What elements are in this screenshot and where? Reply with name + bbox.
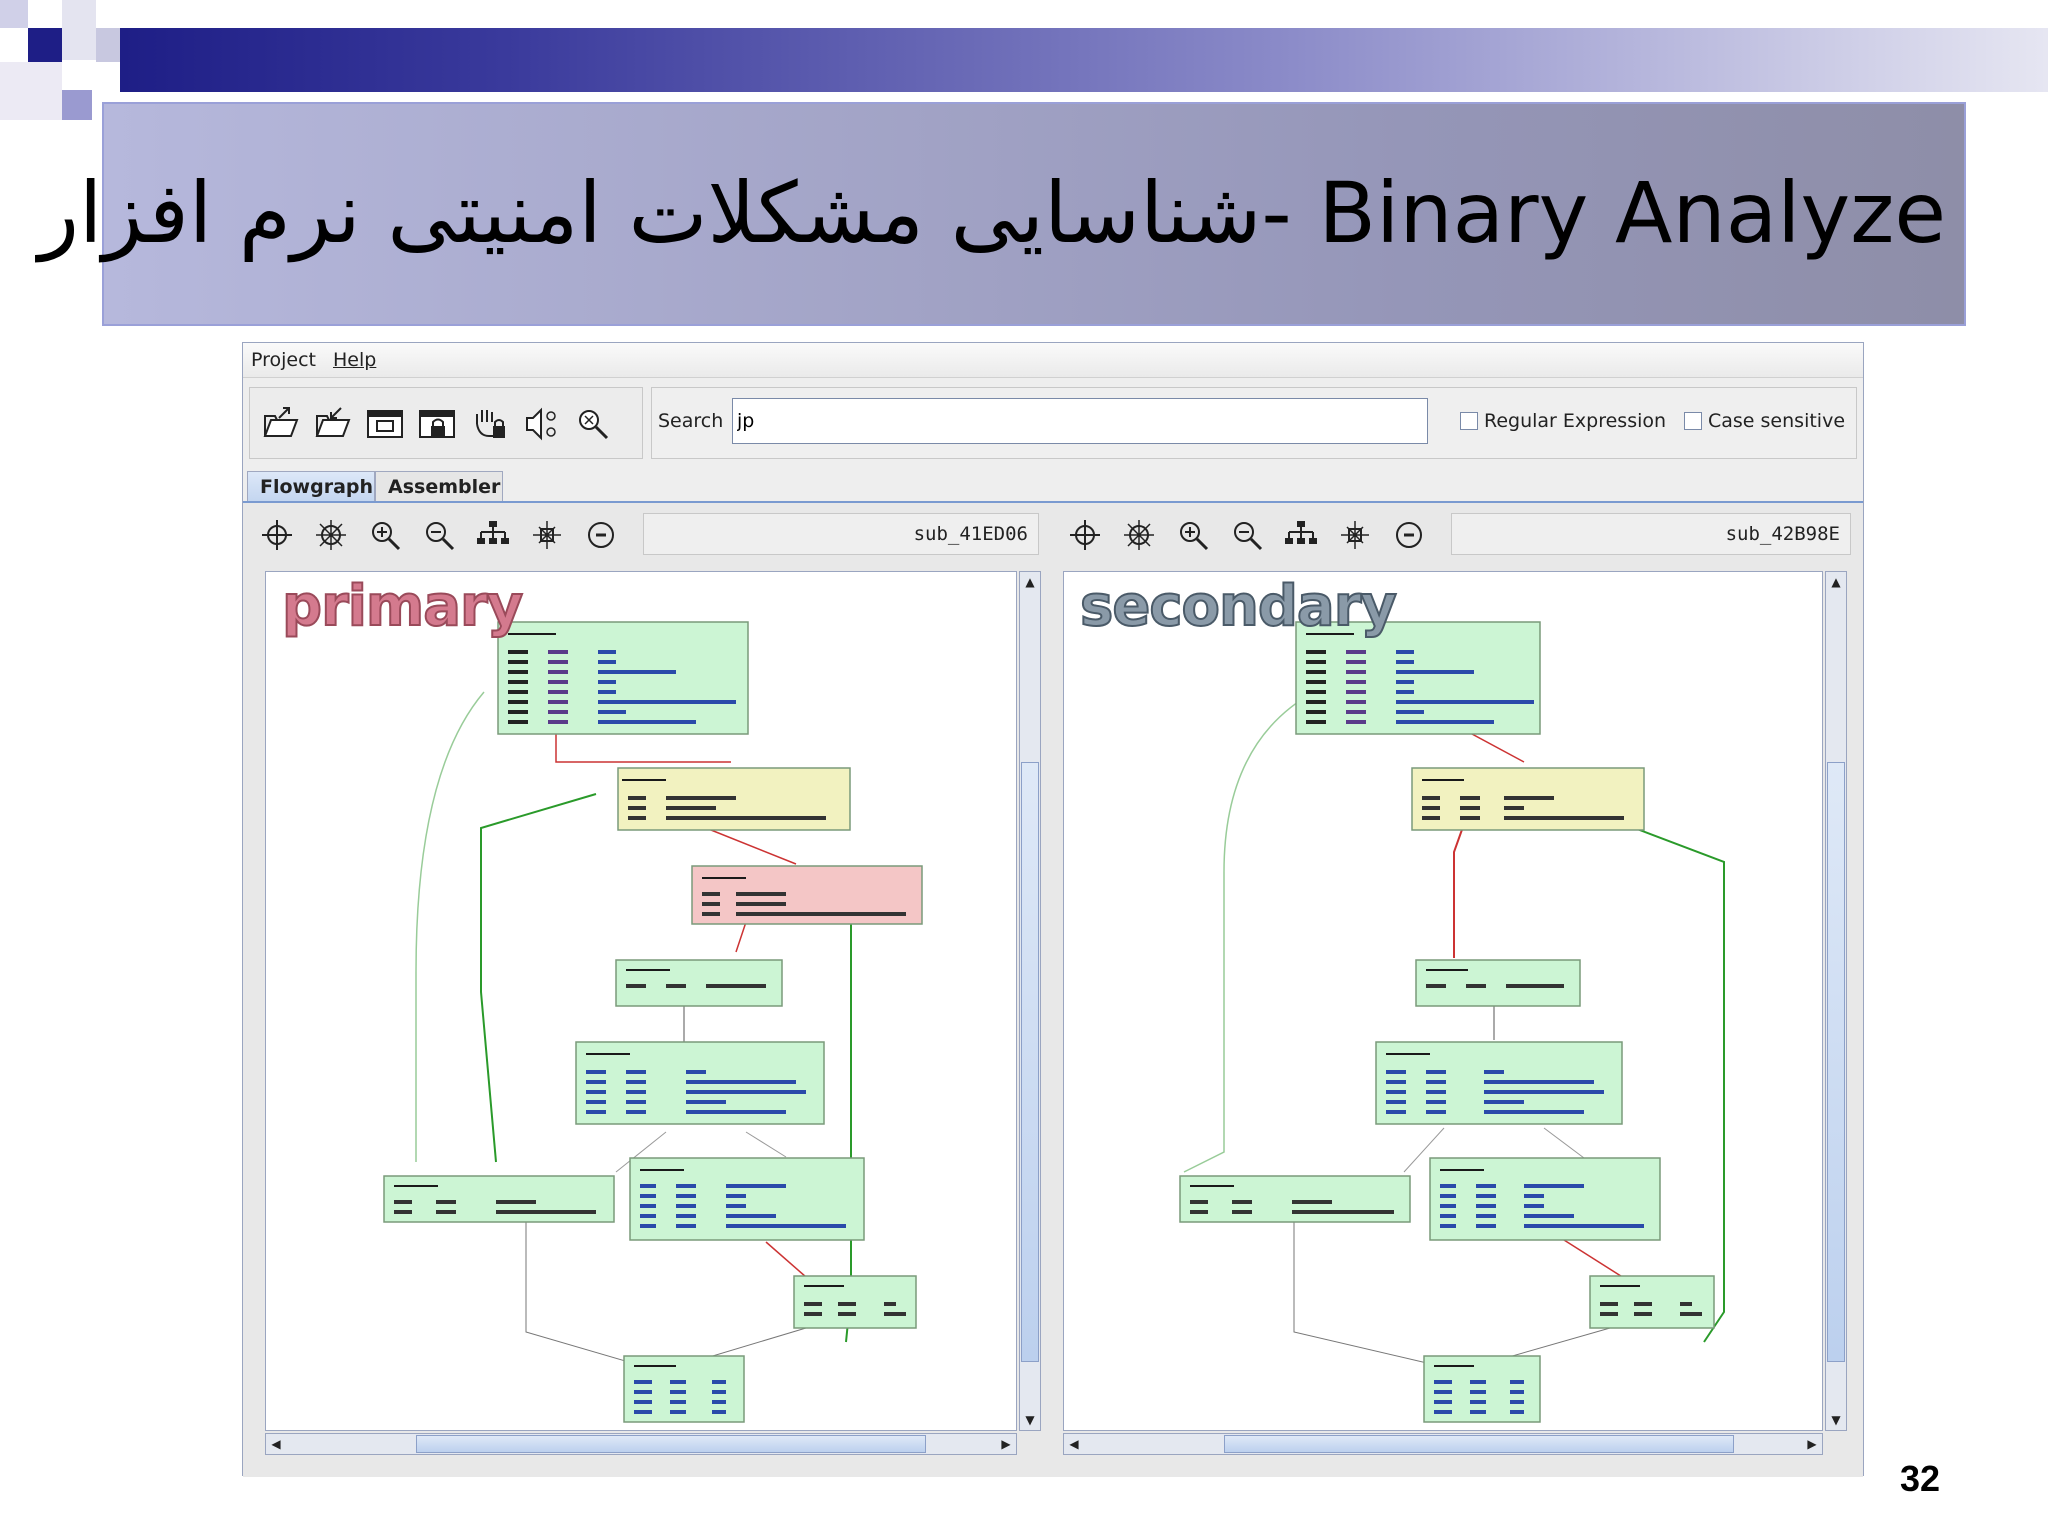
- hand-lock-icon[interactable]: [466, 402, 512, 446]
- scroll-up-icon[interactable]: ▲: [1020, 572, 1040, 592]
- regex-checkbox[interactable]: Regular Expression: [1460, 410, 1666, 432]
- zoom-in-icon[interactable]: [365, 517, 405, 553]
- secondary-horizontal-scrollbar[interactable]: ◀ ▶: [1063, 1433, 1823, 1455]
- circle-minus-icon[interactable]: [581, 517, 621, 553]
- case-checkbox-box[interactable]: [1684, 412, 1702, 430]
- page-number: 32: [1900, 1458, 1941, 1499]
- search-panel: Search Regular Expression Case sensitive: [651, 387, 1857, 459]
- secondary-hscroll-thumb[interactable]: [1224, 1435, 1734, 1453]
- regex-checkbox-box[interactable]: [1460, 412, 1478, 430]
- secondary-graph-canvas[interactable]: secondary: [1063, 571, 1823, 1431]
- secondary-vertical-scrollbar[interactable]: ▲ ▼: [1825, 571, 1847, 1431]
- crosshair-icon[interactable]: [1065, 517, 1105, 553]
- open-folder-icon[interactable]: [258, 402, 304, 446]
- menu-project[interactable]: Project: [251, 349, 316, 371]
- scroll-left-icon[interactable]: ◀: [266, 1434, 286, 1454]
- scroll-left-icon[interactable]: ◀: [1064, 1434, 1084, 1454]
- scroll-down-icon[interactable]: ▼: [1826, 1410, 1846, 1430]
- primary-vertical-scrollbar[interactable]: ▲ ▼: [1019, 571, 1041, 1431]
- save-icon[interactable]: [310, 402, 356, 446]
- hierarchy-icon[interactable]: [473, 517, 513, 553]
- secondary-function-name: sub_42B98E: [1451, 513, 1851, 555]
- tab-flowgraph[interactable]: Flowgraph: [247, 471, 375, 501]
- primary-horizontal-scrollbar[interactable]: ◀ ▶: [265, 1433, 1017, 1455]
- hierarchy-icon[interactable]: [1281, 517, 1321, 553]
- sound-icon[interactable]: [518, 402, 564, 446]
- secondary-vscroll-thumb[interactable]: [1827, 762, 1845, 1362]
- deco-square: [62, 0, 96, 60]
- scroll-right-icon[interactable]: ▶: [996, 1434, 1016, 1454]
- primary-watermark: primary: [281, 573, 524, 640]
- zoom-out-icon[interactable]: [419, 517, 459, 553]
- zoom-out-icon[interactable]: [1227, 517, 1267, 553]
- tab-assembler[interactable]: Assembler: [375, 471, 503, 501]
- menubar: Project Help: [243, 343, 1863, 378]
- title-gradient-bar: [120, 28, 2048, 92]
- fit-icon[interactable]: [1335, 517, 1375, 553]
- flowgraph-content: sub_41ED06 primary ▲ ▼ ◀ ▶ sub_42B98E se…: [243, 501, 1863, 1477]
- secondary-flowgraph: [1179, 621, 1725, 1423]
- primary-graph-canvas[interactable]: primary: [265, 571, 1017, 1431]
- lock-window-icon[interactable]: [414, 402, 460, 446]
- case-checkbox-label: Case sensitive: [1708, 410, 1846, 432]
- binary-diff-window: Project Help Search Regular Expressi: [242, 342, 1864, 1477]
- deco-square: [62, 90, 92, 120]
- regex-checkbox-label: Regular Expression: [1484, 410, 1667, 432]
- main-toolbar: [249, 387, 643, 459]
- primary-graph-toolbar: [257, 513, 629, 557]
- menu-help[interactable]: Help: [333, 349, 376, 371]
- title-band: شناسایی مشکلات امنیتی نرم افزار- Binary …: [38, 102, 1966, 326]
- primary-vscroll-thumb[interactable]: [1021, 762, 1039, 1362]
- scroll-right-icon[interactable]: ▶: [1802, 1434, 1822, 1454]
- deco-square: [0, 0, 28, 28]
- slide-title: شناسایی مشکلات امنیتی نرم افزار- Binary …: [38, 164, 1946, 262]
- search-label: Search: [658, 410, 724, 432]
- primary-flowgraph: [383, 621, 923, 1423]
- scroll-up-icon[interactable]: ▲: [1826, 572, 1846, 592]
- primary-function-name: sub_41ED06: [643, 513, 1039, 555]
- secondary-watermark: secondary: [1079, 573, 1398, 640]
- search-icon[interactable]: [570, 402, 616, 446]
- expand-icon[interactable]: [311, 517, 351, 553]
- secondary-panel: sub_42B98E secondary ▲ ▼ ◀ ▶: [1055, 507, 1861, 1473]
- primary-hscroll-thumb[interactable]: [416, 1435, 926, 1453]
- zoom-in-icon[interactable]: [1173, 517, 1213, 553]
- case-checkbox[interactable]: Case sensitive: [1684, 410, 1845, 432]
- primary-panel: sub_41ED06 primary ▲ ▼ ◀ ▶: [247, 507, 1047, 1473]
- circle-minus-icon[interactable]: [1389, 517, 1429, 553]
- deco-square: [28, 28, 62, 62]
- window-icon[interactable]: [362, 402, 408, 446]
- fit-icon[interactable]: [527, 517, 567, 553]
- search-input[interactable]: [732, 398, 1428, 444]
- deco-square: [0, 62, 62, 120]
- crosshair-icon[interactable]: [257, 517, 297, 553]
- expand-icon[interactable]: [1119, 517, 1159, 553]
- secondary-graph-toolbar: [1065, 513, 1437, 557]
- scroll-down-icon[interactable]: ▼: [1020, 1410, 1040, 1430]
